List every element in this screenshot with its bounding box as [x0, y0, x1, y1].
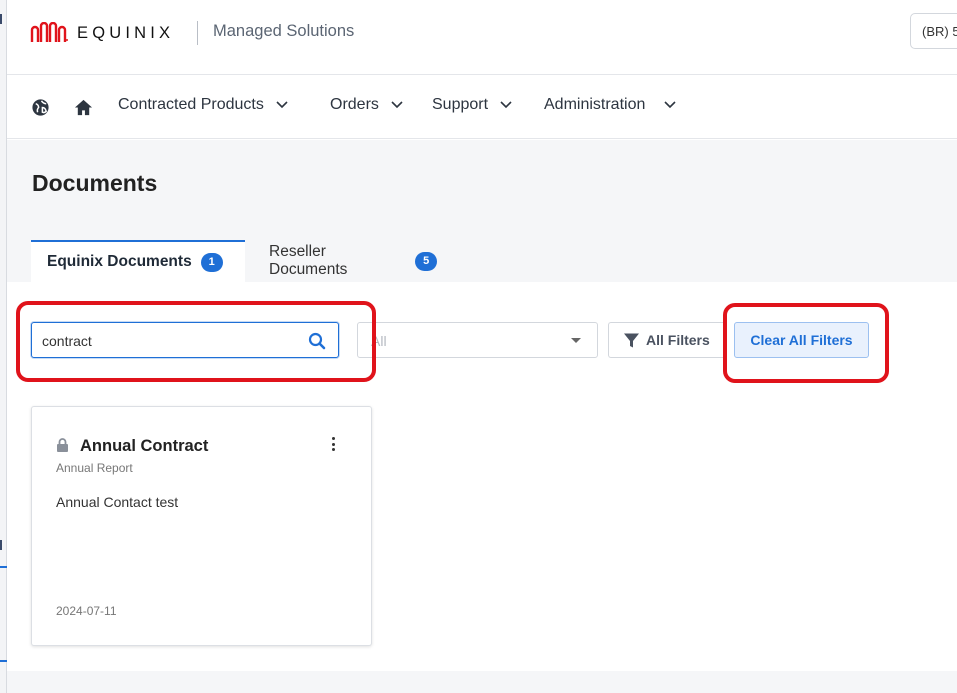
chevron-down-icon [664, 101, 676, 109]
document-date: 2024-07-11 [56, 604, 117, 618]
document-type: Annual Report [56, 461, 133, 475]
equinix-logo-icon [30, 22, 68, 42]
chevron-down-icon [276, 101, 288, 109]
search-input[interactable] [42, 331, 292, 351]
region-selector[interactable]: (BR) 5 [910, 13, 957, 49]
tab-label: Reseller Documents [269, 243, 348, 278]
brand-wordmark: EQUINIX [77, 23, 175, 42]
page-title: Documents [32, 170, 158, 196]
all-filters-label: All Filters [646, 332, 710, 348]
nav-orders[interactable]: Orders [330, 96, 403, 114]
product-name: Managed Solutions [213, 22, 355, 40]
search-field[interactable] [31, 322, 339, 358]
document-title[interactable]: Annual Contract [80, 437, 208, 456]
lock-icon [57, 438, 68, 452]
document-description: Annual Contact test [56, 494, 179, 510]
home-icon[interactable] [74, 98, 93, 117]
count-badge: 1 [200, 252, 223, 272]
main-navigation: Contracted Products Orders Support Admin… [7, 76, 957, 139]
edge-marker [0, 660, 7, 662]
nav-label: Orders [330, 96, 379, 113]
tab-label: Equinix Documents [47, 253, 192, 270]
tab-reseller-documents[interactable]: Reseller Documents 5 [253, 240, 453, 282]
edge-marker [0, 540, 5, 550]
caret-down-icon [571, 338, 581, 343]
globe-icon[interactable] [31, 98, 50, 117]
more-options-icon[interactable] [329, 437, 337, 453]
nav-label: Administration [544, 96, 646, 113]
clear-filters-label: Clear All Filters [750, 332, 853, 348]
search-icon[interactable] [308, 332, 326, 350]
header-divider [197, 21, 198, 45]
document-card[interactable]: Annual Contract Annual Report Annual Con… [31, 406, 372, 646]
count-badge: 5 [415, 251, 437, 271]
clear-all-filters-button[interactable]: Clear All Filters [734, 322, 869, 358]
top-header: EQUINIX Managed Solutions (BR) 5 [7, 0, 957, 75]
tab-equinix-documents[interactable]: Equinix Documents 1 [31, 240, 245, 282]
select-value: All [371, 333, 387, 349]
nav-label: Contracted Products [118, 96, 264, 113]
document-type-select[interactable]: All [357, 322, 598, 358]
nav-support[interactable]: Support [432, 96, 512, 114]
chevron-down-icon [391, 101, 403, 109]
all-filters-button[interactable]: All Filters [608, 322, 726, 358]
nav-label: Support [432, 96, 489, 113]
left-window-edge [0, 0, 7, 693]
edge-marker [0, 566, 7, 568]
nav-administration[interactable]: Administration [544, 96, 676, 114]
equinix-logo[interactable]: EQUINIX [30, 20, 174, 46]
nav-contracted-products[interactable]: Contracted Products [118, 96, 288, 114]
chevron-down-icon [500, 101, 512, 109]
edge-marker [0, 14, 5, 24]
filter-icon [624, 333, 639, 347]
